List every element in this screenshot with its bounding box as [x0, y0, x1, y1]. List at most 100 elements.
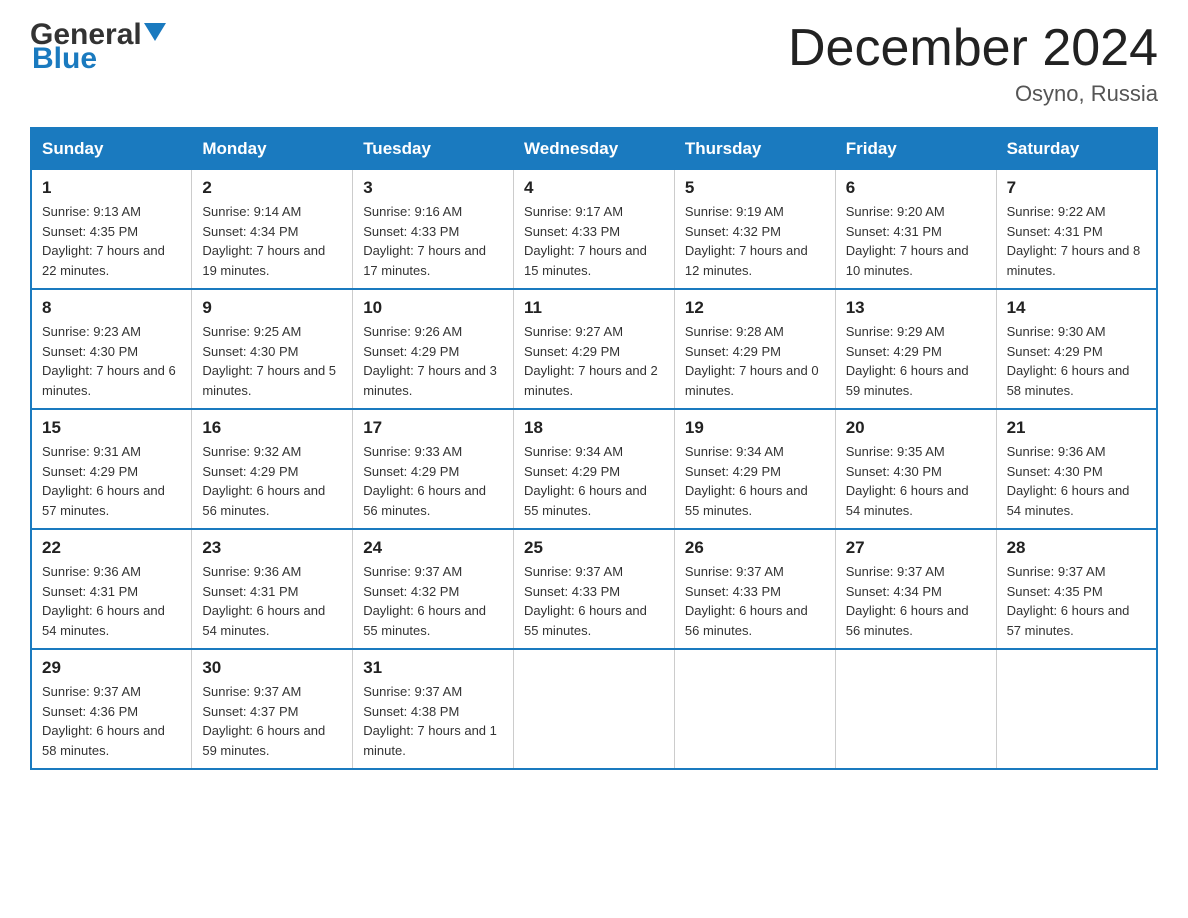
day-info: Sunrise: 9:13 AMSunset: 4:35 PMDaylight:… — [42, 202, 181, 280]
day-number: 3 — [363, 178, 503, 198]
table-row: 8 Sunrise: 9:23 AMSunset: 4:30 PMDaylight… — [31, 289, 192, 409]
col-friday: Friday — [835, 128, 996, 170]
table-row: 4Sunrise: 9:17 AMSunset: 4:33 PMDaylight… — [514, 170, 675, 290]
table-row: 11 Sunrise: 9:27 AMSunset: 4:29 PMDayligh… — [514, 289, 675, 409]
day-info: Sunrise: 9:37 AMSunset: 4:38 PMDaylight:… — [363, 682, 503, 760]
day-number: 12 — [685, 298, 825, 318]
day-info: Sunrise: 9:20 AMSunset: 4:31 PMDaylight:… — [846, 202, 986, 280]
table-row: 6 Sunrise: 9:20 AMSunset: 4:31 PMDaylight… — [835, 170, 996, 290]
day-info: Sunrise: 9:37 AMSunset: 4:37 PMDaylight:… — [202, 682, 342, 760]
table-row — [514, 649, 675, 769]
col-monday: Monday — [192, 128, 353, 170]
day-info: Sunrise: 9:16 AMSunset: 4:33 PMDaylight:… — [363, 202, 503, 280]
table-row: 13 Sunrise: 9:29 AMSunset: 4:29 PMDayligh… — [835, 289, 996, 409]
calendar-week-row: 8 Sunrise: 9:23 AMSunset: 4:30 PMDaylight… — [31, 289, 1157, 409]
day-number: 27 — [846, 538, 986, 558]
table-row: 10Sunrise: 9:26 AMSunset: 4:29 PMDayligh… — [353, 289, 514, 409]
day-info: Sunrise: 9:37 AMSunset: 4:33 PMDaylight:… — [685, 562, 825, 640]
day-number: 15 — [42, 418, 181, 438]
day-number: 8 — [42, 298, 181, 318]
day-number: 21 — [1007, 418, 1146, 438]
table-row: 21 Sunrise: 9:36 AMSunset: 4:30 PMDayligh… — [996, 409, 1157, 529]
table-row: 15 Sunrise: 9:31 AMSunset: 4:29 PMDayligh… — [31, 409, 192, 529]
table-row: 5Sunrise: 9:19 AMSunset: 4:32 PMDaylight… — [674, 170, 835, 290]
calendar-week-row: 1 Sunrise: 9:13 AMSunset: 4:35 PMDaylight… — [31, 170, 1157, 290]
calendar-week-row: 15 Sunrise: 9:31 AMSunset: 4:29 PMDayligh… — [31, 409, 1157, 529]
table-row: 17 Sunrise: 9:33 AMSunset: 4:29 PMDayligh… — [353, 409, 514, 529]
day-info: Sunrise: 9:17 AMSunset: 4:33 PMDaylight:… — [524, 202, 664, 280]
col-tuesday: Tuesday — [353, 128, 514, 170]
day-number: 2 — [202, 178, 342, 198]
calendar-table: Sunday Monday Tuesday Wednesday Thursday… — [30, 127, 1158, 770]
day-number: 25 — [524, 538, 664, 558]
month-title: December 2024 — [788, 20, 1158, 77]
day-info: Sunrise: 9:36 AMSunset: 4:30 PMDaylight:… — [1007, 442, 1146, 520]
table-row — [996, 649, 1157, 769]
day-info: Sunrise: 9:36 AMSunset: 4:31 PMDaylight:… — [42, 562, 181, 640]
table-row: 26Sunrise: 9:37 AMSunset: 4:33 PMDayligh… — [674, 529, 835, 649]
table-row: 22 Sunrise: 9:36 AMSunset: 4:31 PMDayligh… — [31, 529, 192, 649]
day-info: Sunrise: 9:22 AMSunset: 4:31 PMDaylight:… — [1007, 202, 1146, 280]
page-header: General Blue December 2024 Osyno, Russia — [30, 20, 1158, 107]
day-info: Sunrise: 9:30 AMSunset: 4:29 PMDaylight:… — [1007, 322, 1146, 400]
table-row: 16 Sunrise: 9:32 AMSunset: 4:29 PMDayligh… — [192, 409, 353, 529]
day-number: 31 — [363, 658, 503, 678]
table-row: 3 Sunrise: 9:16 AMSunset: 4:33 PMDaylight… — [353, 170, 514, 290]
day-info: Sunrise: 9:26 AMSunset: 4:29 PMDaylight:… — [363, 322, 503, 400]
col-sunday: Sunday — [31, 128, 192, 170]
day-number: 1 — [42, 178, 181, 198]
day-info: Sunrise: 9:27 AMSunset: 4:29 PMDaylight:… — [524, 322, 664, 400]
table-row: 19 Sunrise: 9:34 AMSunset: 4:29 PMDayligh… — [674, 409, 835, 529]
table-row: 2Sunrise: 9:14 AMSunset: 4:34 PMDaylight… — [192, 170, 353, 290]
day-info: Sunrise: 9:34 AMSunset: 4:29 PMDaylight:… — [685, 442, 825, 520]
day-info: Sunrise: 9:32 AMSunset: 4:29 PMDaylight:… — [202, 442, 342, 520]
day-number: 9 — [202, 298, 342, 318]
day-info: Sunrise: 9:37 AMSunset: 4:34 PMDaylight:… — [846, 562, 986, 640]
day-number: 7 — [1007, 178, 1146, 198]
calendar-week-row: 22 Sunrise: 9:36 AMSunset: 4:31 PMDayligh… — [31, 529, 1157, 649]
table-row: 1 Sunrise: 9:13 AMSunset: 4:35 PMDaylight… — [31, 170, 192, 290]
day-number: 23 — [202, 538, 342, 558]
day-info: Sunrise: 9:37 AMSunset: 4:35 PMDaylight:… — [1007, 562, 1146, 640]
table-row: 28 Sunrise: 9:37 AMSunset: 4:35 PMDayligh… — [996, 529, 1157, 649]
table-row: 23Sunrise: 9:36 AMSunset: 4:31 PMDayligh… — [192, 529, 353, 649]
table-row: 30 Sunrise: 9:37 AMSunset: 4:37 PMDayligh… — [192, 649, 353, 769]
calendar-header-row: Sunday Monday Tuesday Wednesday Thursday… — [31, 128, 1157, 170]
calendar-week-row: 29 Sunrise: 9:37 AMSunset: 4:36 PMDayligh… — [31, 649, 1157, 769]
day-info: Sunrise: 9:23 AMSunset: 4:30 PMDaylight:… — [42, 322, 181, 400]
table-row: 29 Sunrise: 9:37 AMSunset: 4:36 PMDayligh… — [31, 649, 192, 769]
day-info: Sunrise: 9:29 AMSunset: 4:29 PMDaylight:… — [846, 322, 986, 400]
day-info: Sunrise: 9:37 AMSunset: 4:32 PMDaylight:… — [363, 562, 503, 640]
col-thursday: Thursday — [674, 128, 835, 170]
table-row: 14 Sunrise: 9:30 AMSunset: 4:29 PMDayligh… — [996, 289, 1157, 409]
table-row: 9 Sunrise: 9:25 AMSunset: 4:30 PMDaylight… — [192, 289, 353, 409]
table-row: 31 Sunrise: 9:37 AMSunset: 4:38 PMDayligh… — [353, 649, 514, 769]
day-number: 28 — [1007, 538, 1146, 558]
table-row — [674, 649, 835, 769]
day-number: 6 — [846, 178, 986, 198]
table-row — [835, 649, 996, 769]
table-row: 18 Sunrise: 9:34 AMSunset: 4:29 PMDayligh… — [514, 409, 675, 529]
day-number: 29 — [42, 658, 181, 678]
day-number: 16 — [202, 418, 342, 438]
day-number: 22 — [42, 538, 181, 558]
location: Osyno, Russia — [788, 81, 1158, 107]
day-number: 11 — [524, 298, 664, 318]
day-number: 14 — [1007, 298, 1146, 318]
col-wednesday: Wednesday — [514, 128, 675, 170]
table-row: 27 Sunrise: 9:37 AMSunset: 4:34 PMDayligh… — [835, 529, 996, 649]
day-info: Sunrise: 9:25 AMSunset: 4:30 PMDaylight:… — [202, 322, 342, 400]
day-number: 17 — [363, 418, 503, 438]
day-info: Sunrise: 9:35 AMSunset: 4:30 PMDaylight:… — [846, 442, 986, 520]
day-number: 30 — [202, 658, 342, 678]
day-info: Sunrise: 9:37 AMSunset: 4:36 PMDaylight:… — [42, 682, 181, 760]
logo: General Blue — [30, 20, 166, 74]
table-row: 7 Sunrise: 9:22 AMSunset: 4:31 PMDaylight… — [996, 170, 1157, 290]
day-number: 24 — [363, 538, 503, 558]
day-number: 19 — [685, 418, 825, 438]
day-info: Sunrise: 9:33 AMSunset: 4:29 PMDaylight:… — [363, 442, 503, 520]
day-info: Sunrise: 9:34 AMSunset: 4:29 PMDaylight:… — [524, 442, 664, 520]
day-number: 18 — [524, 418, 664, 438]
day-info: Sunrise: 9:31 AMSunset: 4:29 PMDaylight:… — [42, 442, 181, 520]
day-number: 13 — [846, 298, 986, 318]
